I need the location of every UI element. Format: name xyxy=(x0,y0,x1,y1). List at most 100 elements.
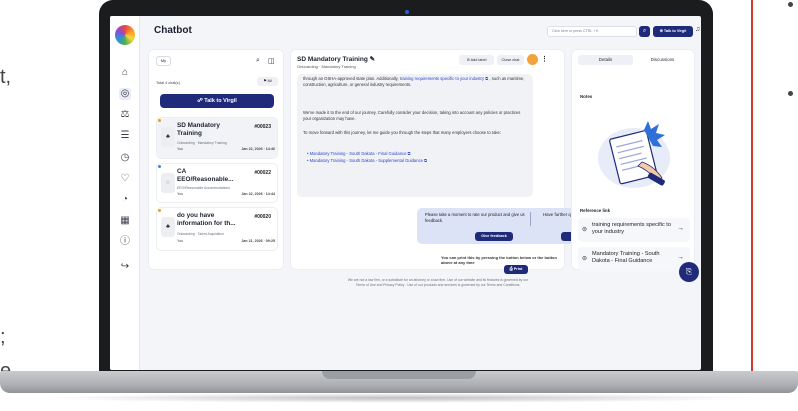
laptop-screen: ⌂ ◎ ⚖ ☰ ◷ ♡ ◔ ▦ ⓘ ↪ Chatbot Click here o… xyxy=(110,16,701,370)
reference-link-item[interactable]: ⊜ Mandatory Training - South Dakota - Fi… xyxy=(578,247,690,271)
add-label-text: Add label xyxy=(470,58,487,62)
chat-count: Total 4 chat(s) xyxy=(156,81,180,85)
chat-list-item[interactable]: ◌ CA EEO/Reasonable... #00022 EEO/Reason… xyxy=(156,163,278,203)
app-title: Chatbot xyxy=(154,25,192,36)
tab-details[interactable]: Details xyxy=(578,55,633,65)
tab-my[interactable]: My xyxy=(156,56,171,66)
talk-to-virgil-button[interactable]: ☍ Talk to Virgil xyxy=(160,94,274,108)
chat-id: #00023 xyxy=(254,124,271,130)
chat-title: SD Mandatory Training xyxy=(177,122,220,137)
chat-meta: You Jan 21, 2026 · 09:25 xyxy=(177,239,275,243)
chat-list-panel: My ⌕ ◫ Total 4 chat(s) ⚑ All ☍ Talk to V… xyxy=(148,49,284,270)
close-chat-button[interactable]: Close chat xyxy=(497,55,524,65)
chat-type-icon: ♣ xyxy=(161,217,175,237)
chat-id: #00020 xyxy=(254,214,271,220)
search-input[interactable]: Click here or press CTRL + K xyxy=(547,26,637,37)
arrow-right-icon: → xyxy=(677,254,684,261)
chat-author: You xyxy=(177,147,184,151)
guidance-link[interactable]: Mandatory Training - South Dakota - Supp… xyxy=(310,158,423,163)
reference-link-text: Mandatory Training - South Dakota - Fina… xyxy=(592,251,660,264)
footer-line: Terms of Use and Privacy Policy . Use of… xyxy=(355,283,521,287)
guidance-link-item[interactable]: • Mandatory Training - South Dakota - Fi… xyxy=(307,150,427,157)
chat-date: Jan 21, 2026 · 09:25 xyxy=(241,239,275,243)
chat-author: You xyxy=(177,239,184,243)
chat-author: You xyxy=(177,192,184,196)
chat-meta: You Jan 22, 2026 · 14:46 xyxy=(177,147,275,151)
laptop-camera xyxy=(405,10,409,14)
guidance-links: • Mandatory Training - South Dakota - Fi… xyxy=(307,150,427,164)
chat-panel: SD Mandatory Training ✎ Onboarding · Man… xyxy=(290,49,647,274)
slide-text-fragment: ; xyxy=(0,326,6,348)
search-icon[interactable]: ⌕ xyxy=(256,57,260,65)
chat-date: Jan 22, 2026 · 14:44 xyxy=(241,192,275,196)
status-dot xyxy=(158,209,161,212)
more-options-icon[interactable]: ⋮ xyxy=(541,55,548,63)
info-icon[interactable]: ⓘ xyxy=(119,236,131,248)
cart-icon[interactable]: ♡ xyxy=(119,173,131,185)
chat-heading: SD Mandatory Training ✎ xyxy=(297,55,375,63)
tab-discussions[interactable]: Discussions xyxy=(635,55,690,65)
chat-breadcrumb: Onboarding · Mandatory Training xyxy=(297,64,356,69)
message-paragraph: through an OSHA-approved state plan. Add… xyxy=(303,76,525,88)
link-icon: ⊜ xyxy=(582,256,588,262)
chat-title: CA EEO/Reasonable... xyxy=(177,168,234,183)
status-dot xyxy=(158,119,161,122)
chat-list-item[interactable]: ♣ SD Mandatory Training #00023 Onboardin… xyxy=(156,117,278,159)
laptop-shadow xyxy=(40,393,758,403)
message-paragraph: We've made it to the end of our journey.… xyxy=(303,110,521,122)
message-text: through an OSHA-approved state plan. Add… xyxy=(303,76,399,81)
talk-to-virgil-label: Talk to Virgil xyxy=(204,98,237,104)
guidance-link-item[interactable]: • Mandatory Training - South Dakota - Su… xyxy=(307,157,427,164)
divider xyxy=(530,212,531,226)
chat-icon[interactable]: ◎ xyxy=(119,88,131,100)
print-button[interactable]: ⎙ Print xyxy=(504,265,528,274)
print-note: You can print this by pressing the butto… xyxy=(441,255,557,265)
inline-link[interactable]: training requirements specific to your i… xyxy=(400,76,484,81)
chat-title: do you have information for th... xyxy=(177,212,236,227)
link-icon: ⊜ xyxy=(582,227,588,233)
reference-link-item[interactable]: ⊜ training requirements specific to your… xyxy=(578,218,690,242)
bell-icon[interactable]: ♫ xyxy=(695,26,700,33)
top-bar: Chatbot Click here or press CTRL + K ⌕ ⊕… xyxy=(140,16,701,46)
slide-text-fragment: t, xyxy=(0,66,12,88)
assistant-message: through an OSHA-approved state plan. Add… xyxy=(297,74,533,197)
search-icon[interactable]: ⌕ xyxy=(639,26,650,37)
chat-category: EEO/Reasonable Accommodations xyxy=(177,186,230,190)
panel-toggle-icon[interactable]: ◫ xyxy=(268,57,275,65)
scale-icon[interactable]: ⚖ xyxy=(119,109,131,121)
give-feedback-button[interactable]: Give feedback xyxy=(475,232,513,241)
slide-bullet xyxy=(788,2,793,7)
app-logo[interactable] xyxy=(115,25,135,45)
gauge-icon[interactable]: ◔ xyxy=(119,194,131,206)
add-label-button[interactable]: ⊘ Add label xyxy=(459,55,494,65)
clock-icon[interactable]: ◷ xyxy=(119,152,131,164)
notes-illustration xyxy=(598,121,670,188)
chat-category: Onboarding · Mandatory Training xyxy=(177,141,227,145)
laptop-base-notch xyxy=(322,371,476,379)
guidance-link[interactable]: Mandatory Training - South Dakota - Fina… xyxy=(310,151,407,156)
chat-date: Jan 22, 2026 · 14:46 xyxy=(241,147,275,151)
avatar xyxy=(527,54,538,65)
logout-icon[interactable]: ↪ xyxy=(119,261,131,273)
chat-id: #00022 xyxy=(254,170,271,176)
talk-to-virgil-top-button[interactable]: ⊕ Talk to Virgil xyxy=(653,26,693,37)
nav-rail: ⌂ ◎ ⚖ ☰ ◷ ♡ ◔ ▦ ⓘ ↪ xyxy=(110,16,140,370)
feedback-prompt: Please take a moment to rate our product… xyxy=(425,212,525,223)
home-icon[interactable]: ⌂ xyxy=(119,67,131,79)
chat-category: Onboarding · Talent Acquisition xyxy=(177,232,224,236)
grid-icon[interactable]: ▦ xyxy=(119,215,131,227)
chat-type-icon: ◌ xyxy=(161,173,175,193)
list-icon[interactable]: ☰ xyxy=(119,130,131,142)
slide-bullet xyxy=(788,91,793,96)
arrow-right-icon: → xyxy=(677,225,684,232)
filter-all-button[interactable]: ⚑ All xyxy=(257,77,278,86)
chat-list-item[interactable]: ♣ do you have information for th... #000… xyxy=(156,207,278,251)
message-paragraph: To move forward with this journey, let m… xyxy=(303,130,501,135)
chat-assistant-fab[interactable]: ⎘ xyxy=(679,262,699,282)
reference-link-label: Reference link xyxy=(580,208,611,213)
slide-divider-line xyxy=(751,0,753,383)
edit-icon[interactable]: ✎ xyxy=(370,56,375,63)
chat-heading-text: SD Mandatory Training xyxy=(297,56,368,63)
legal-footer: We are not a law firm, or a substitute f… xyxy=(288,278,588,288)
slide: t, ; e ⌂ ◎ ⚖ ☰ ◷ ♡ ◔ ▦ ⓘ ↪ Chatbot Click… xyxy=(0,0,798,411)
